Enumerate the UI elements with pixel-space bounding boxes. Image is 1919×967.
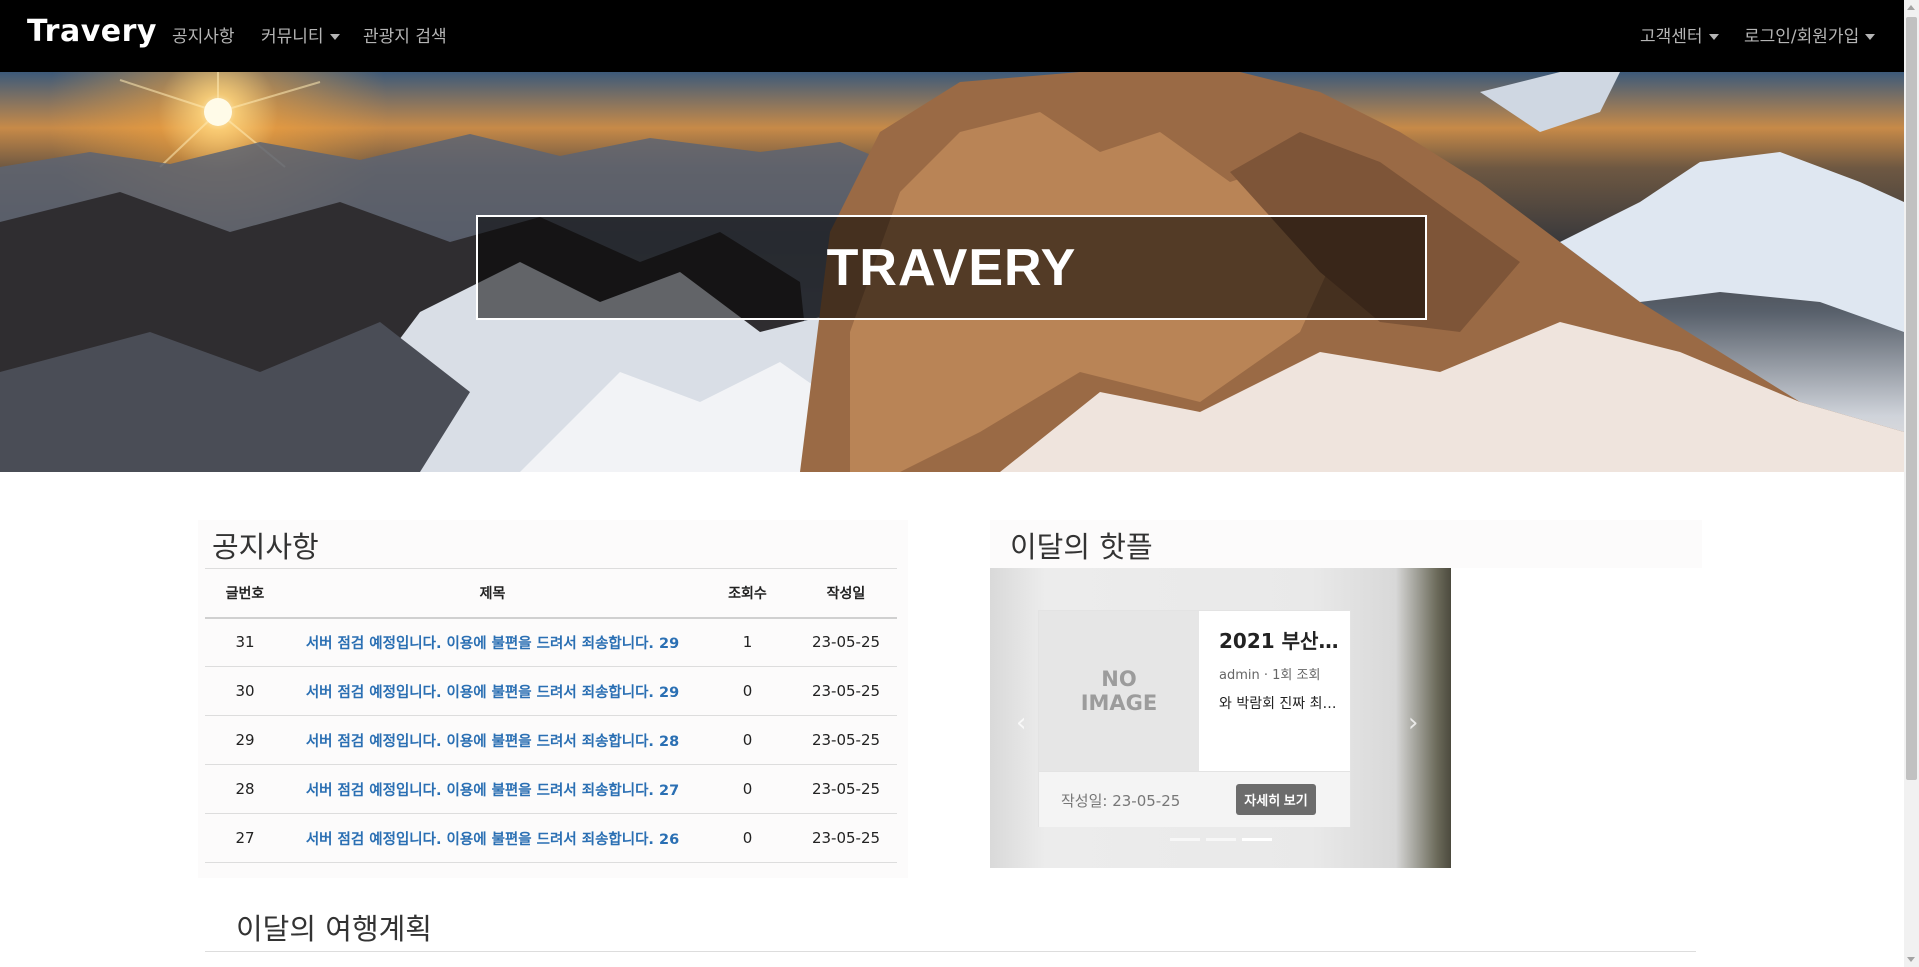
column-header-date: 작성일: [795, 568, 897, 619]
row-views: 0: [700, 764, 795, 814]
nav-customer-center-label: 고객센터: [1640, 27, 1703, 47]
row-date: 23-05-25: [795, 813, 897, 863]
carousel-indicator[interactable]: [1206, 838, 1236, 841]
scroll-thumb[interactable]: [1906, 17, 1917, 780]
no-image-text-line1: NO: [1101, 667, 1137, 691]
notice-title-link[interactable]: 서버 점검 예정입니다. 이용에 불편을 드려서 죄송합니다. 27: [306, 783, 679, 799]
row-views: 0: [700, 813, 795, 863]
carousel-prev-icon[interactable]: ‹: [1016, 708, 1026, 738]
row-no: 28: [205, 764, 285, 814]
scroll-down-icon[interactable]: [1907, 957, 1915, 962]
notice-title-link[interactable]: 서버 점검 예정입니다. 이용에 불편을 드려서 죄송합니다. 26: [306, 832, 679, 848]
table-row: 28 서버 점검 예정입니다. 이용에 불편을 드려서 죄송합니다. 27 0 …: [205, 764, 897, 814]
hero-banner: TRAVERY: [0, 72, 1904, 472]
hero-title: TRAVERY: [826, 238, 1077, 297]
hot-place-card: NO IMAGE 2021 부산국제관광박람회 admin · 1회 조회 와 …: [1038, 610, 1351, 827]
row-date: 23-05-25: [795, 715, 897, 765]
card-text: 와 박람회 진짜 최고였어요: [1219, 696, 1344, 712]
card-date: 작성일: 23-05-25: [1061, 792, 1181, 810]
table-row: 29 서버 점검 예정입니다. 이용에 불편을 드려서 죄송합니다. 28 0 …: [205, 715, 897, 765]
row-no: 29: [205, 715, 285, 765]
carousel-indicators: [1170, 838, 1272, 841]
plan-section-title: 이달의 여행계획: [236, 912, 432, 946]
brand-logo[interactable]: Travery: [27, 14, 157, 49]
row-date: 23-05-25: [795, 617, 897, 667]
nav-login-signup-dropdown[interactable]: 로그인/회원가입: [1744, 22, 1876, 47]
page-scrollbar[interactable]: [1904, 0, 1919, 967]
top-navbar: Travery 공지사항 커뮤니티 관광지 검색 고객센터 로그인/회원가입: [0, 0, 1904, 72]
notice-title-link[interactable]: 서버 점검 예정입니다. 이용에 불편을 드려서 죄송합니다. 29: [306, 685, 679, 701]
row-views: 1: [700, 617, 795, 667]
table-row: 30 서버 점검 예정입니다. 이용에 불편을 드려서 죄송합니다. 29 0 …: [205, 666, 897, 716]
notice-table: 글번호 제목 조회수 작성일 31 서버 점검 예정입니다. 이용에 불편을 드…: [205, 568, 897, 863]
scroll-up-icon[interactable]: [1907, 5, 1915, 10]
divider: [205, 951, 1696, 952]
notice-title-link[interactable]: 서버 점검 예정입니다. 이용에 불편을 드려서 죄송합니다. 29: [306, 636, 679, 652]
column-header-views: 조회수: [700, 568, 795, 619]
notice-table-header: 글번호 제목 조회수 작성일: [205, 568, 897, 619]
card-footer: 작성일: 23-05-25 자세히 보기: [1039, 771, 1350, 827]
row-no: 31: [205, 617, 285, 667]
nav-customer-center-dropdown[interactable]: 고객센터: [1640, 22, 1719, 47]
no-image-placeholder: NO IMAGE: [1039, 611, 1199, 771]
card-title[interactable]: 2021 부산국제관광박람회: [1219, 627, 1344, 655]
caret-down-icon: [1865, 34, 1876, 40]
carousel-next-icon[interactable]: ›: [1408, 708, 1418, 738]
nav-notice[interactable]: 공지사항: [172, 22, 235, 47]
no-image-text-line2: IMAGE: [1080, 691, 1158, 715]
row-no: 27: [205, 813, 285, 863]
notice-section-title: 공지사항: [212, 530, 319, 564]
nav-notice-label: 공지사항: [172, 27, 235, 47]
nav-login-signup-label: 로그인/회원가입: [1744, 27, 1860, 47]
row-views: 0: [700, 715, 795, 765]
nav-community-dropdown[interactable]: 커뮤니티: [261, 22, 340, 47]
row-date: 23-05-25: [795, 666, 897, 716]
carousel-indicator[interactable]: [1170, 838, 1200, 841]
hero-title-box: TRAVERY: [476, 215, 1427, 320]
nav-attraction-search-label: 관광지 검색: [363, 27, 447, 47]
table-row: 31 서버 점검 예정입니다. 이용에 불편을 드려서 죄송합니다. 29 1 …: [205, 617, 897, 667]
column-header-title: 제목: [285, 568, 700, 619]
nav-attraction-search[interactable]: 관광지 검색: [363, 22, 447, 47]
column-header-no: 글번호: [205, 568, 285, 619]
caret-down-icon: [329, 34, 340, 40]
hot-section-title: 이달의 핫플: [1010, 530, 1153, 564]
notice-title-link[interactable]: 서버 점검 예정입니다. 이용에 불편을 드려서 죄송합니다. 28: [306, 734, 679, 750]
carousel-indicator-active[interactable]: [1242, 838, 1272, 841]
table-row: 27 서버 점검 예정입니다. 이용에 불편을 드려서 죄송합니다. 26 0 …: [205, 813, 897, 863]
caret-down-icon: [1708, 34, 1719, 40]
row-no: 30: [205, 666, 285, 716]
nav-community-label: 커뮤니티: [261, 27, 324, 47]
row-date: 23-05-25: [795, 764, 897, 814]
card-meta: admin · 1회 조회: [1219, 668, 1321, 683]
row-views: 0: [700, 666, 795, 716]
hot-place-carousel: ‹ NO IMAGE 2021 부산국제관광박람회 admin · 1회 조회 …: [990, 568, 1451, 868]
card-body: 2021 부산국제관광박람회 admin · 1회 조회 와 박람회 진짜 최고…: [1199, 611, 1352, 771]
view-detail-button[interactable]: 자세히 보기: [1236, 784, 1316, 815]
